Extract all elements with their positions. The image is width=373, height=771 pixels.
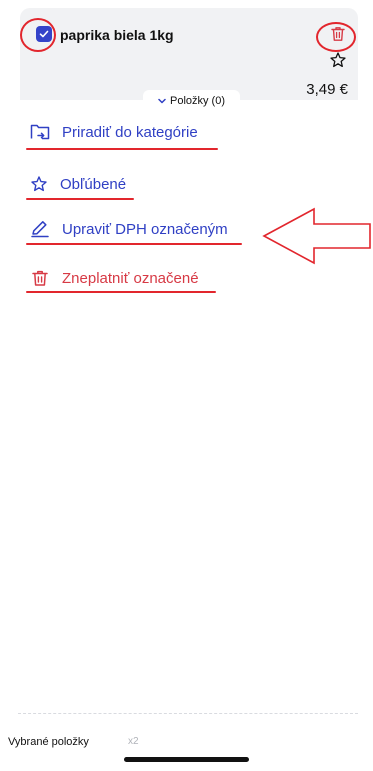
menu-favorites-label: Obľúbené	[60, 175, 127, 193]
menu-assign-category[interactable]: Priradiť do kategórie	[30, 123, 198, 141]
annotation-circle	[20, 18, 56, 52]
home-indicator[interactable]	[124, 757, 249, 762]
selected-items-count: x2	[128, 736, 139, 747]
annotation-underline	[26, 243, 242, 245]
pencil-icon	[31, 221, 49, 238]
menu-edit-vat-label: Upraviť DPH označeným	[62, 220, 228, 238]
chevron-down-icon	[158, 98, 166, 104]
menu-favorites[interactable]: Obľúbené	[30, 175, 126, 193]
annotation-circle	[316, 22, 356, 52]
folder-arrow-icon	[30, 124, 50, 140]
menu-invalidate-label: Zneplatniť označené	[62, 269, 199, 287]
favorite-item-button[interactable]	[329, 51, 347, 69]
item-price: 3,49 €	[306, 81, 348, 98]
annotation-underline	[26, 148, 218, 150]
item-card[interactable]: paprika biela 1kg 3,49 €	[20, 8, 358, 100]
footer-divider	[18, 713, 358, 714]
annotation-arrow	[262, 207, 371, 265]
items-tab-label: Položky (0)	[169, 95, 226, 107]
menu-invalidate[interactable]: Zneplatniť označené	[30, 268, 199, 288]
annotation-underline	[26, 291, 216, 293]
star-icon	[31, 176, 47, 192]
annotation-underline	[26, 198, 134, 200]
selected-items-label: Vybrané položky	[8, 736, 89, 748]
menu-assign-category-label: Priradiť do kategórie	[62, 123, 198, 141]
items-tab[interactable]: Položky (0)	[143, 90, 240, 112]
menu-edit-vat[interactable]: Upraviť DPH označeným	[30, 220, 228, 238]
item-name: paprika biela 1kg	[60, 27, 174, 43]
star-icon	[330, 52, 346, 68]
trash-icon	[32, 270, 48, 286]
